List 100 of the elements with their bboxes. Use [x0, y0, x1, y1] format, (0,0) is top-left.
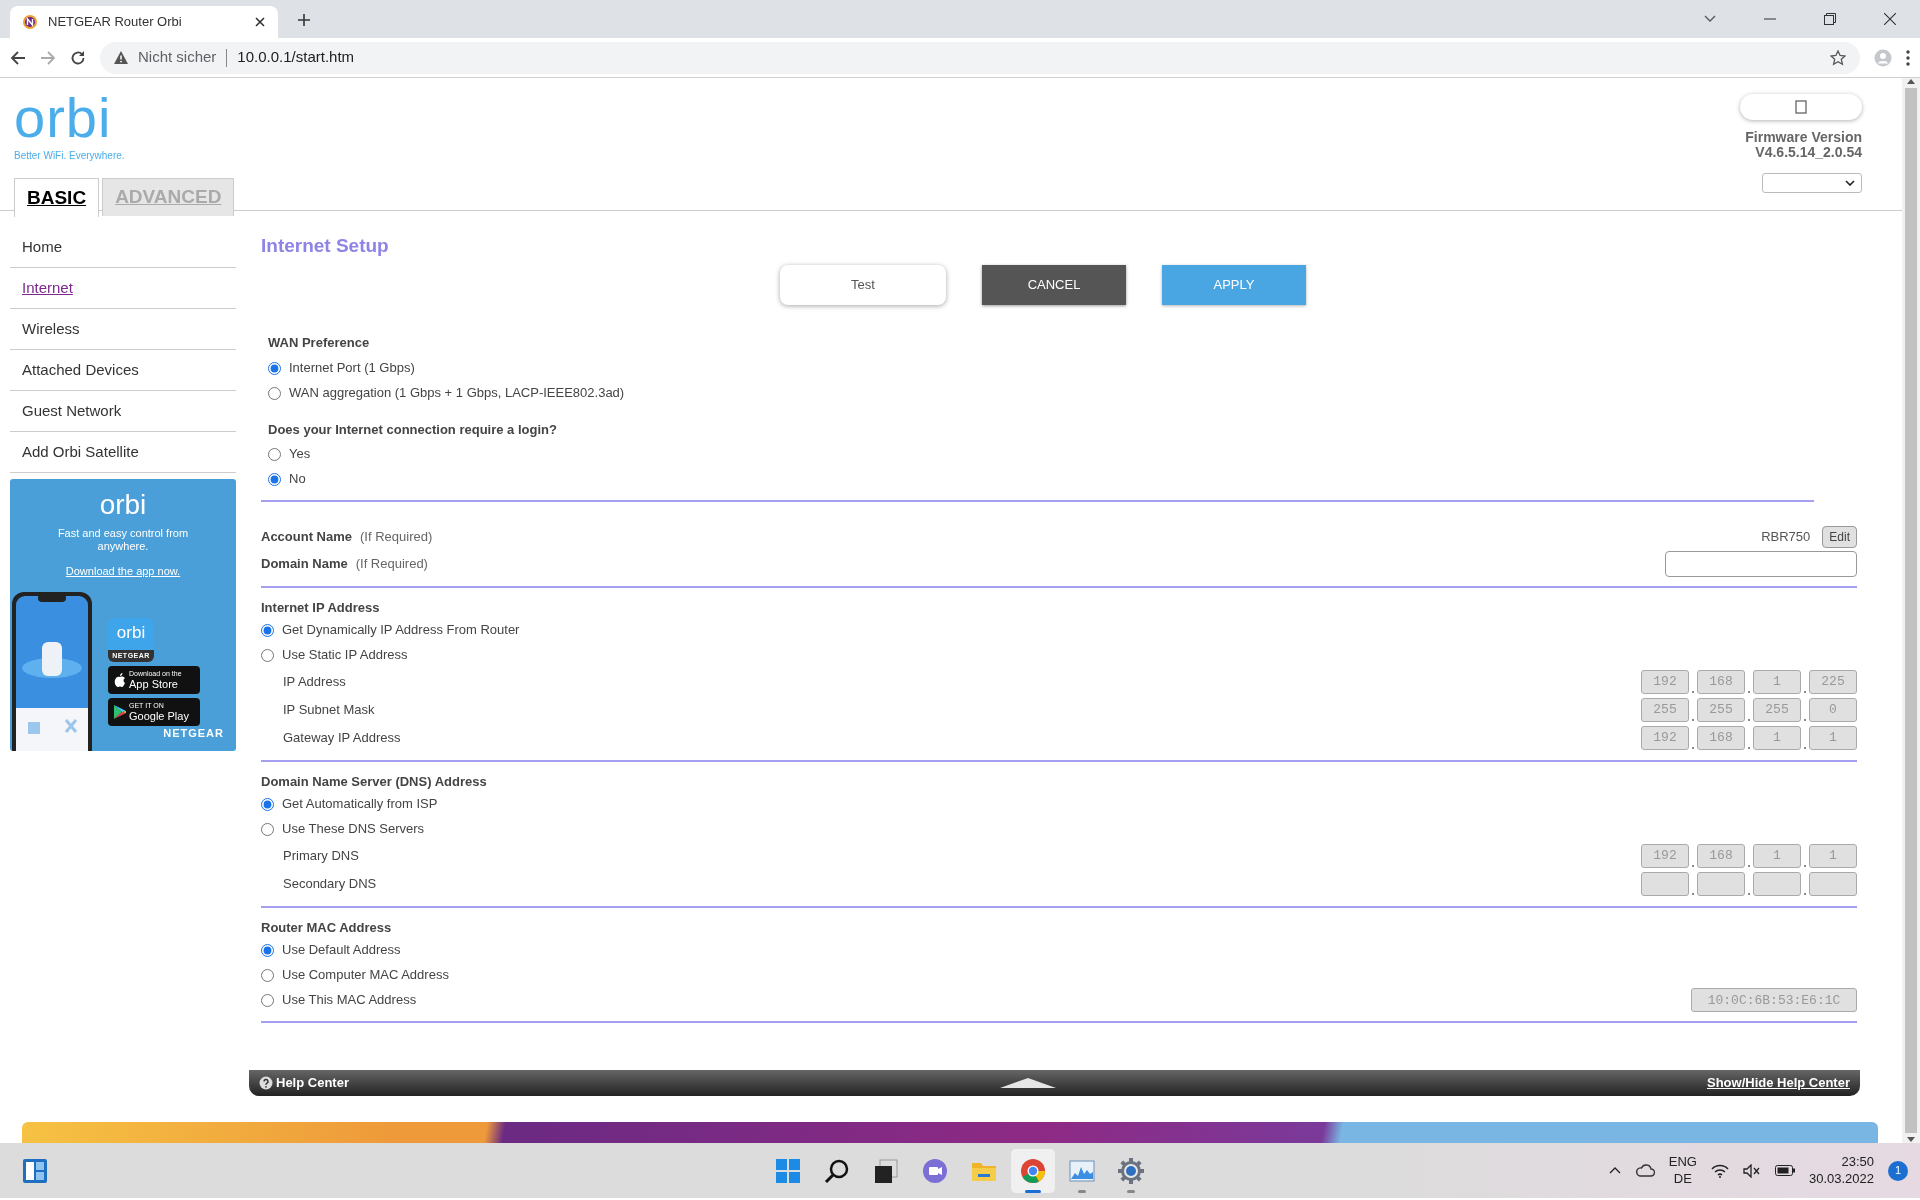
- option-label: Yes: [289, 445, 311, 464]
- notification-badge[interactable]: 1: [1888, 1160, 1908, 1181]
- muted-speaker-icon[interactable]: [1742, 1163, 1761, 1178]
- reload-icon[interactable]: [70, 49, 86, 66]
- close-icon[interactable]: [1884, 13, 1896, 25]
- radio-button[interactable]: [261, 993, 274, 1007]
- radio-button[interactable]: [268, 447, 281, 461]
- logo-tagline: Better WiFi. Everywhere.: [14, 149, 126, 163]
- expand-arrow-icon[interactable]: [999, 1078, 1056, 1088]
- separator-dot-icon: [1689, 745, 1697, 750]
- field-label: IP Address: [283, 672, 346, 691]
- option-label: Use These DNS Servers: [282, 820, 425, 839]
- gear-icon: [1117, 1156, 1145, 1185]
- scroll-up-icon[interactable]: [1907, 78, 1915, 84]
- task-view-icon: [872, 1156, 900, 1185]
- sidebar-item[interactable]: Home: [10, 227, 236, 268]
- edit-button[interactable]: Edit: [1822, 526, 1857, 548]
- sidebar-item[interactable]: Wireless: [10, 309, 236, 350]
- region-code[interactable]: DE: [1668, 1170, 1697, 1187]
- help-center-title: Help Center: [276, 1074, 349, 1093]
- clock-time[interactable]: 23:50: [1808, 1153, 1874, 1171]
- page-title: Internet Setup: [261, 234, 390, 258]
- help-icon: [259, 1076, 273, 1090]
- sidebar-item[interactable]: Attached Devices: [10, 350, 236, 391]
- field-label: Account Name: [261, 529, 353, 545]
- separator-dot-icon: [1801, 717, 1809, 722]
- separator-dot-icon: [1801, 863, 1809, 868]
- wifi-icon[interactable]: [1710, 1163, 1729, 1178]
- firmware-version: V4.6.5.14_2.0.54: [1754, 145, 1862, 161]
- separator-dot-icon: [1745, 689, 1753, 694]
- clock-date[interactable]: 30.03.2022: [1808, 1170, 1874, 1188]
- security-label: Nicht sicher: [138, 47, 217, 68]
- field-label: Domain Name: [261, 556, 348, 572]
- radio-button[interactable]: [261, 943, 274, 957]
- restore-icon[interactable]: [1824, 13, 1836, 25]
- battery-icon[interactable]: [1774, 1165, 1795, 1176]
- play-icon: [114, 705, 126, 720]
- option-label: WAN aggregation (1 Gbps + 1 Gbps, LACP-IEEE802.3ad): [289, 384, 625, 403]
- separator-dot-icon: [1689, 689, 1697, 694]
- radio-button[interactable]: [268, 386, 281, 400]
- widgets-icon[interactable]: [22, 1157, 48, 1184]
- radio-button[interactable]: [261, 648, 274, 662]
- option-label: Use Static IP Address: [282, 646, 408, 665]
- option-label: Get Dynamically IP Address From Router: [282, 621, 520, 640]
- test-button[interactable]: Test: [780, 264, 946, 305]
- separator-dot-icon: [1745, 863, 1753, 868]
- field-hint: (If Required): [360, 529, 433, 545]
- separator-dot-icon: [1801, 745, 1809, 750]
- promo-brand: NETGEAR: [163, 725, 224, 741]
- forward-icon[interactable]: [40, 49, 56, 66]
- section-title: WAN Preference: [268, 334, 371, 351]
- chevron-down-icon[interactable]: [1704, 15, 1716, 23]
- cloud-icon[interactable]: [1634, 1164, 1655, 1177]
- radio-button[interactable]: [268, 361, 281, 375]
- menu-icon[interactable]: [1906, 49, 1910, 66]
- windows-icon: [774, 1156, 802, 1185]
- logout-button[interactable]: [1740, 94, 1862, 120]
- field-label: Gateway IP Address: [283, 728, 401, 747]
- nav-tab[interactable]: BASIC: [14, 178, 100, 217]
- radio-button[interactable]: [261, 822, 274, 836]
- sidebar-item[interactable]: Guest Network: [10, 391, 236, 432]
- help-toggle-link[interactable]: Show/Hide Help Center: [1706, 1073, 1850, 1093]
- url-text[interactable]: 10.0.0.1/start.htm: [237, 46, 355, 69]
- separator-dot-icon: [1689, 863, 1697, 868]
- radio-button[interactable]: [261, 623, 274, 637]
- sidebar-item[interactable]: Add Orbi Satellite: [10, 432, 236, 473]
- scrollbar-thumb[interactable]: [1905, 88, 1917, 1133]
- sidebar-item[interactable]: Internet: [10, 268, 236, 309]
- close-icon[interactable]: [254, 16, 266, 28]
- field-label: Secondary DNS: [283, 874, 377, 893]
- section-title: Domain Name Server (DNS) Address: [261, 773, 488, 790]
- language-code[interactable]: ENG: [1668, 1154, 1697, 1171]
- apple-icon: [114, 673, 126, 688]
- apply-button[interactable]: APPLY: [1162, 264, 1306, 305]
- chat-icon: [921, 1156, 949, 1185]
- option-label: Use This MAC Address: [282, 991, 417, 1010]
- firmware-label: Firmware Version: [1745, 130, 1862, 146]
- option-label: Internet Port (1 Gbps): [289, 359, 415, 378]
- section-title: Router MAC Address: [261, 919, 393, 936]
- back-icon[interactable]: [10, 49, 26, 66]
- radio-button[interactable]: [268, 472, 281, 486]
- promo-logo: orbi: [98, 491, 148, 519]
- cancel-button[interactable]: CANCEL: [982, 264, 1126, 305]
- field-label: IP Subnet Mask: [283, 700, 375, 719]
- logo: orbi: [14, 90, 113, 146]
- star-icon[interactable]: [1830, 49, 1846, 66]
- plus-icon[interactable]: [297, 13, 311, 27]
- radio-button[interactable]: [261, 797, 274, 811]
- app-logo-text: orbi: [116, 624, 146, 642]
- option-label: Use Computer MAC Address: [282, 966, 449, 985]
- domain-name-field[interactable]: [1665, 551, 1857, 577]
- warning-icon: [114, 51, 128, 64]
- section-title: Internet IP Address: [261, 599, 381, 616]
- separator-dot-icon: [1745, 745, 1753, 750]
- account-name-value: RBR750: [1761, 528, 1811, 547]
- download-link[interactable]: Download the app now.: [65, 563, 181, 580]
- chevron-up-icon[interactable]: [1608, 1167, 1621, 1174]
- radio-button[interactable]: [261, 968, 274, 982]
- option-label: Get Automatically from ISP: [282, 795, 438, 814]
- field-label: Primary DNS: [283, 846, 359, 865]
